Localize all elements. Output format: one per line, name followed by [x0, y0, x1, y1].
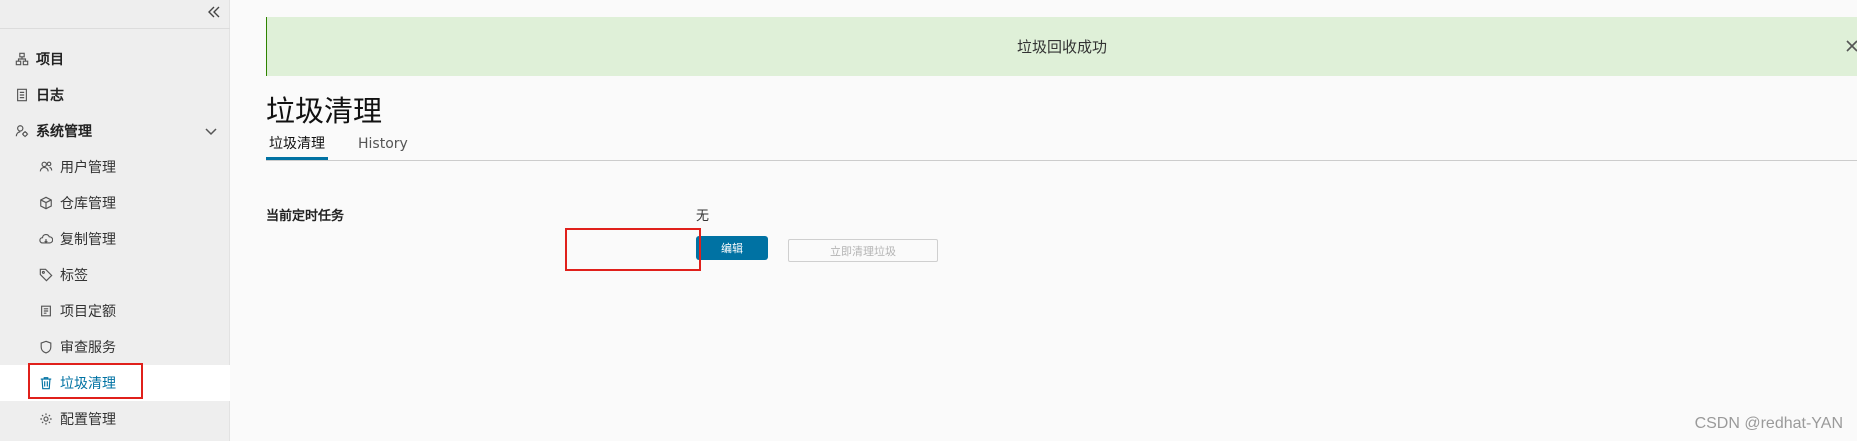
sidebar-item-logs[interactable]: 日志 — [0, 77, 230, 113]
sidebar-item-label: 配置管理 — [60, 412, 116, 428]
sidebar-item-label: 复制管理 — [60, 232, 116, 248]
trash-icon — [38, 375, 54, 391]
sidebar-item-label: 仓库管理 — [60, 196, 116, 212]
gear-icon — [38, 411, 54, 427]
main-content: 垃圾回收成功 垃圾清理 垃圾清理 History 当前定时任务 无 编辑 立即清… — [230, 0, 1857, 441]
sidebar-item-label: 日志 — [36, 88, 64, 104]
sidebar-item-labels[interactable]: 标签 — [0, 257, 230, 293]
quota-icon — [38, 303, 54, 319]
schedule-label: 当前定时任务 — [266, 209, 345, 224]
highlight-box-gc-button — [565, 228, 701, 271]
sidebar-item-interrogation-services[interactable]: 审查服务 — [0, 329, 230, 365]
sidebar-item-label: 项目定额 — [60, 304, 116, 320]
sidebar: 项目 日志 系统管理 用户管理 仓库管理 复制管理 标签 项目定额 审查服务 垃… — [0, 0, 230, 441]
tag-icon — [38, 267, 54, 283]
sidebar-item-configuration[interactable]: 配置管理 — [0, 401, 230, 437]
success-alert: 垃圾回收成功 — [266, 17, 1857, 76]
chevron-down-icon[interactable] — [204, 124, 218, 142]
page-title: 垃圾清理 — [266, 94, 383, 128]
replication-icon — [38, 231, 54, 247]
sidebar-item-replications[interactable]: 复制管理 — [0, 221, 230, 257]
sidebar-item-label: 系统管理 — [36, 124, 92, 140]
tab-history[interactable]: History — [358, 134, 408, 160]
logs-icon — [14, 87, 30, 103]
sidebar-item-projects[interactable]: 项目 — [0, 41, 230, 77]
tab-bar: 垃圾清理 History — [266, 132, 1857, 161]
schedule-value: 无 — [696, 209, 710, 224]
sidebar-item-registries[interactable]: 仓库管理 — [0, 185, 230, 221]
users-icon — [38, 159, 54, 175]
sidebar-divider — [0, 28, 230, 29]
sidebar-item-label: 用户管理 — [60, 160, 116, 176]
sidebar-item-quotas[interactable]: 项目定额 — [0, 293, 230, 329]
close-icon[interactable] — [1845, 39, 1857, 53]
collapse-sidebar-button[interactable] — [203, 2, 225, 22]
gc-now-button[interactable]: 立即清理垃圾 — [788, 239, 938, 262]
watermark: CSDN @redhat-YAN — [1694, 415, 1843, 432]
sidebar-item-label: 垃圾清理 — [60, 376, 116, 392]
sidebar-item-label: 审查服务 — [60, 340, 116, 356]
sidebar-item-admin[interactable]: 系统管理 — [0, 113, 230, 149]
admin-icon — [14, 123, 30, 139]
sidebar-item-label: 项目 — [36, 52, 64, 68]
projects-icon — [14, 51, 30, 67]
edit-button[interactable]: 编辑 — [696, 236, 768, 260]
shield-icon — [38, 339, 54, 355]
sidebar-item-label: 标签 — [60, 268, 88, 284]
double-chevron-left-icon — [208, 6, 220, 18]
alert-message: 垃圾回收成功 — [1016, 38, 1107, 56]
sidebar-item-users[interactable]: 用户管理 — [0, 149, 230, 185]
sidebar-item-garbage-collection[interactable]: 垃圾清理 — [0, 365, 230, 401]
tab-garbage-collection[interactable]: 垃圾清理 — [266, 134, 328, 160]
registry-icon — [38, 195, 54, 211]
